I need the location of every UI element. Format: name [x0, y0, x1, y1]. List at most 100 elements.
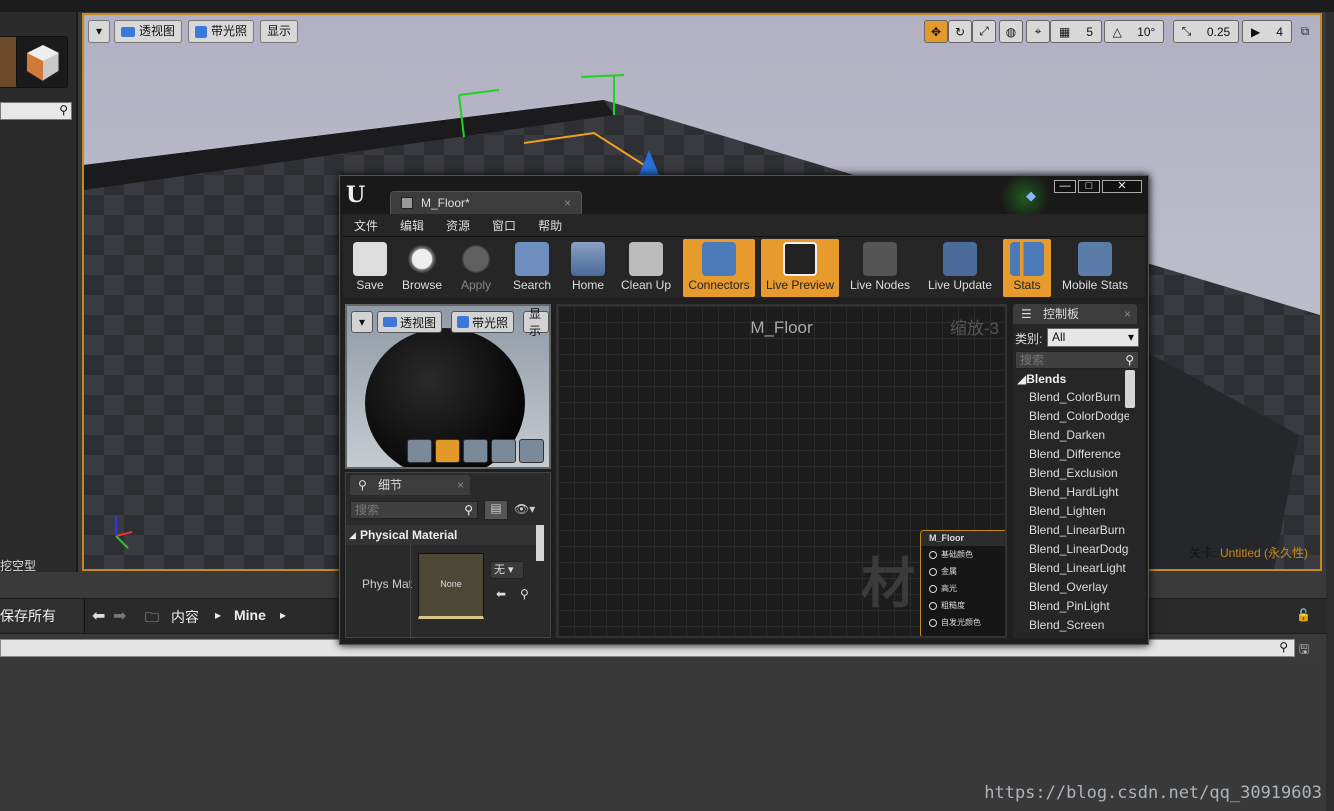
perspective-button[interactable]: 透视图	[114, 20, 183, 43]
teapot-shape-icon[interactable]	[519, 439, 544, 463]
maximize-viewport-icon[interactable]: ⧉	[1298, 20, 1312, 43]
list-item[interactable]: Blend_Exclusion	[1029, 466, 1129, 485]
list-item[interactable]: Blend_LinearLight	[1029, 561, 1129, 580]
palette-scrollbar[interactable]	[1125, 370, 1135, 408]
details-search-input[interactable]: 搜索 ⚲	[350, 501, 478, 519]
editor-title-bar[interactable]: U M_Floor* × ◆ — □ ✕	[340, 172, 1148, 222]
phys-mat-thumbnail[interactable]: None	[418, 553, 484, 619]
menu-edit[interactable]: 编辑	[389, 214, 435, 236]
editor-tab[interactable]: M_Floor* ×	[390, 191, 582, 214]
breadcrumb-arrow-icon[interactable]: ▸	[280, 608, 286, 622]
palette-search-input[interactable]: 搜索 ⚲	[1015, 351, 1139, 369]
grid-snap-button[interactable]: ▦ 5	[1050, 20, 1102, 43]
list-item[interactable]: Blend_LinearDodge	[1029, 542, 1129, 561]
close-tab-icon[interactable]: ×	[457, 475, 464, 495]
menu-file[interactable]: 文件	[343, 214, 389, 236]
menu-window[interactable]: 窗口	[481, 214, 527, 236]
eye-visibility-icon[interactable]: 👁▾	[514, 502, 535, 516]
save-button[interactable]: Save	[345, 239, 395, 297]
physical-material-section[interactable]: ◢ Physical Material	[346, 525, 536, 545]
node-pin[interactable]: 自发光颜色	[921, 614, 1005, 631]
home-button[interactable]: Home	[563, 239, 613, 297]
live-nodes-button[interactable]: Live Nodes	[845, 239, 915, 297]
material-preview-viewport[interactable]: ▾ 透视图 带光照 显示	[345, 304, 551, 469]
save-icon[interactable]: 🖫	[1299, 640, 1309, 661]
mobile-stats-button[interactable]: Mobile Stats	[1057, 239, 1133, 297]
node-pin[interactable]: 金属	[921, 563, 1005, 580]
list-item[interactable]: Blend_Darken	[1029, 428, 1129, 447]
world-space-icon[interactable]: ◍	[999, 20, 1023, 43]
property-matrix-icon[interactable]: ▤	[484, 500, 508, 520]
list-item[interactable]: Blend_ColorBurn	[1029, 390, 1129, 409]
live-preview-button[interactable]: Live Preview	[761, 239, 839, 297]
node-pin[interactable]: 高光	[921, 580, 1005, 597]
preview-options-button[interactable]: ▾	[351, 311, 373, 333]
clean-up-button[interactable]: Clean Up	[617, 239, 675, 297]
forward-arrow-icon[interactable]: ➡	[113, 606, 126, 626]
menu-asset[interactable]: 资源	[435, 214, 481, 236]
minimize-icon[interactable]: —	[1054, 180, 1076, 193]
material-editor-window: U M_Floor* × ◆ — □ ✕ 文件 编辑 资源 窗口 帮助 Save…	[339, 172, 1149, 645]
node-pin[interactable]: 基础颜色	[921, 546, 1005, 563]
scale-snap-button[interactable]: ⤡ 0.25	[1173, 20, 1239, 43]
palette-tab[interactable]: ☰ 控制板 ×	[1013, 304, 1137, 324]
browse-asset-icon[interactable]: ⚲	[520, 587, 529, 601]
list-item[interactable]: Blend_Screen	[1029, 618, 1129, 637]
lock-icon[interactable]: 🔓	[1296, 608, 1311, 622]
cube-mode-icon[interactable]	[16, 36, 68, 88]
list-item[interactable]: Blend_ColorDodge	[1029, 409, 1129, 428]
search-button[interactable]: Search	[505, 239, 559, 297]
save-all-button[interactable]: 保存所有	[0, 606, 56, 626]
surface-snap-icon[interactable]: ⌖	[1026, 20, 1050, 43]
collapse-arrow-icon[interactable]: ◢	[349, 525, 356, 545]
restore-icon[interactable]: □	[1078, 180, 1100, 193]
live-update-button[interactable]: Live Update	[923, 239, 997, 297]
apply-button[interactable]: Apply	[451, 239, 501, 297]
stats-button[interactable]: Stats	[1003, 239, 1051, 297]
breadcrumb-arrow-icon[interactable]: ▸	[215, 608, 221, 622]
plane-shape-icon[interactable]	[463, 439, 488, 463]
live-update-label: Live Update	[927, 278, 993, 292]
show-button[interactable]: 显示	[260, 20, 299, 43]
material-graph[interactable]: M_Floor 缩放-3 材质 M_Floor 基础颜色 金属 高光 粗糙度 自…	[556, 304, 1007, 638]
scale-icon[interactable]: ⤢	[972, 20, 996, 43]
connectors-button[interactable]: Connectors	[683, 239, 755, 297]
browse-button[interactable]: Browse	[397, 239, 447, 297]
sphere-shape-icon[interactable]	[435, 439, 460, 463]
rotate-icon[interactable]: ↻	[948, 20, 972, 43]
node-pin[interactable]: 粗糙度	[921, 597, 1005, 614]
list-item[interactable]: Blend_Lighten	[1029, 504, 1129, 523]
back-arrow-icon[interactable]: ⬅	[92, 606, 105, 626]
close-tab-icon[interactable]: ×	[1124, 304, 1131, 324]
material-result-node[interactable]: M_Floor 基础颜色 金属 高光 粗糙度 自发光颜色	[920, 530, 1005, 636]
modes-search-input[interactable]: ⚲	[0, 102, 72, 120]
translate-icon[interactable]: ✥	[924, 20, 948, 43]
phys-mat-dropdown[interactable]: 无 ▾	[490, 561, 524, 579]
close-window-icon[interactable]: ✕	[1102, 180, 1142, 193]
viewport-options-button[interactable]: ▾	[88, 20, 110, 43]
palette-group-blends[interactable]: ◢Blends	[1017, 372, 1066, 386]
cylinder-shape-icon[interactable]	[407, 439, 432, 463]
list-item[interactable]: Blend_PinLight	[1029, 599, 1129, 618]
list-item[interactable]: Blend_HardLight	[1029, 485, 1129, 504]
preview-lit-button[interactable]: 带光照	[451, 311, 515, 333]
level-name: 关卡: Untitled (永久性)	[1189, 544, 1308, 561]
details-scrollbar[interactable]	[536, 525, 544, 561]
breadcrumb-content[interactable]: 内容	[171, 607, 199, 627]
list-item[interactable]: Blend_LinearBurn	[1029, 523, 1129, 542]
list-item[interactable]: Blend_Overlay	[1029, 580, 1129, 599]
category-select[interactable]: All ▾	[1047, 328, 1139, 347]
breadcrumb-mine[interactable]: Mine	[234, 607, 266, 623]
menu-help[interactable]: 帮助	[527, 214, 573, 236]
close-tab-icon[interactable]: ×	[564, 192, 571, 214]
preview-show-button[interactable]: 显示	[523, 307, 549, 338]
lit-button[interactable]: 带光照	[188, 20, 255, 43]
stats-label: Stats	[1013, 278, 1041, 292]
preview-perspective-button[interactable]: 透视图	[377, 311, 443, 333]
details-tab[interactable]: ⚲ 细节 ×	[350, 475, 470, 495]
camera-speed-button[interactable]: ▶ 4	[1242, 20, 1292, 43]
use-selected-arrow-icon[interactable]: ⬅	[496, 587, 506, 601]
list-item[interactable]: Blend_Difference	[1029, 447, 1129, 466]
cube-shape-icon[interactable]	[491, 439, 516, 463]
rotation-snap-button[interactable]: △ 10°	[1104, 20, 1164, 43]
